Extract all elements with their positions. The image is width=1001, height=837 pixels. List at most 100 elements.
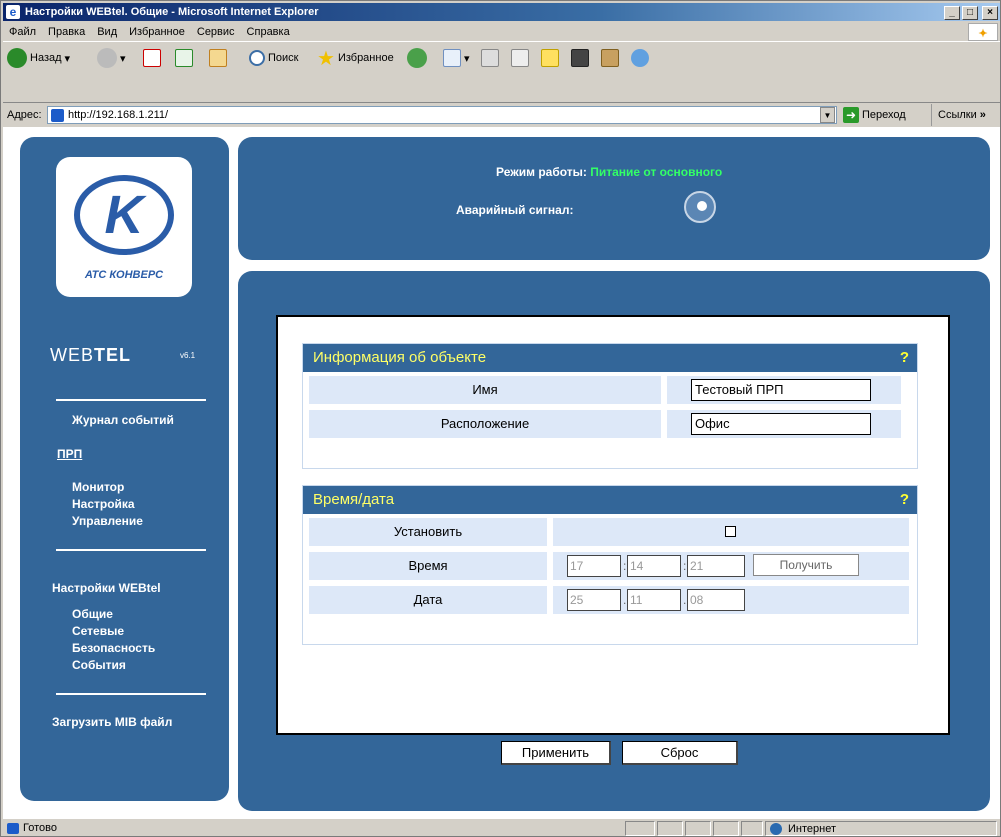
nav-load-mib[interactable]: Загрузить MIB файл <box>52 715 172 729</box>
messenger-button[interactable] <box>631 46 649 70</box>
settings-form: Информация об объекте? Имя Тестовый ПРП … <box>276 315 950 735</box>
maximize-button[interactable]: □ <box>962 6 978 20</box>
back-button[interactable]: Назад ▾ <box>7 46 70 70</box>
home-button[interactable] <box>209 46 227 70</box>
go-label: Переход <box>862 109 906 121</box>
help-icon[interactable]: ? <box>900 486 909 514</box>
edit-button[interactable] <box>511 46 529 70</box>
stop-button[interactable] <box>143 46 161 70</box>
search-button[interactable]: Поиск <box>249 46 298 70</box>
set-cell <box>553 518 909 546</box>
location-cell: Офис <box>667 410 901 438</box>
nav-general[interactable]: Общие <box>72 607 113 621</box>
menu-tools[interactable]: Сервис <box>191 22 241 42</box>
logo-k-icon: K <box>74 175 174 255</box>
chevron-right-icon: » <box>979 109 986 121</box>
search-label: Поиск <box>268 52 299 64</box>
notes-button[interactable] <box>541 46 559 70</box>
time-label: Время <box>309 552 547 580</box>
form-row: Имя Тестовый ПРП <box>303 376 917 406</box>
menu-help[interactable]: Справка <box>241 22 296 42</box>
refresh-button[interactable] <box>175 46 193 70</box>
status-segment <box>625 821 655 836</box>
day-input[interactable]: 25 <box>567 589 621 611</box>
links-button[interactable]: Ссылки » <box>931 104 986 126</box>
nav-events[interactable]: События <box>72 658 126 672</box>
name-input[interactable]: Тестовый ПРП <box>691 379 871 401</box>
name-label: Имя <box>309 376 661 404</box>
minimize-button[interactable]: _ <box>944 6 960 20</box>
zone-label: Интернет <box>788 823 836 835</box>
logo-text: АТС КОНВЕРС <box>84 269 164 281</box>
research-button[interactable] <box>601 46 619 70</box>
nav-security[interactable]: Безопасность <box>72 641 155 655</box>
dot: . <box>683 593 687 607</box>
menu-file[interactable]: Файл <box>3 22 42 42</box>
k-button[interactable] <box>571 46 589 70</box>
title-bar: e Настройки WEBtel. Общие - Microsoft In… <box>3 3 1000 21</box>
address-input[interactable]: http://192.168.1.211/ ▼ <box>47 106 837 124</box>
forward-button[interactable]: ▾ <box>97 46 126 70</box>
date-label: Дата <box>309 586 547 614</box>
menu-edit[interactable]: Правка <box>42 22 91 42</box>
go-button[interactable]: ➜ Переход <box>843 106 906 124</box>
print-button[interactable] <box>481 46 499 70</box>
status-segment <box>741 821 763 836</box>
apply-button[interactable]: Применить <box>501 741 611 765</box>
nav-monitor[interactable]: Монитор <box>72 480 124 494</box>
date-cell: 25 . 11 . 08 <box>553 586 909 614</box>
nav-settings[interactable]: Настройка <box>72 497 135 511</box>
status-segment <box>713 821 739 836</box>
address-dropdown-icon[interactable]: ▼ <box>820 107 835 123</box>
section-title: Время/дата? <box>303 486 917 514</box>
nav-control[interactable]: Управление <box>72 514 143 528</box>
object-info-title: Информация об объекте <box>313 349 487 366</box>
set-checkbox[interactable] <box>725 526 736 537</box>
menu-favorites[interactable]: Избранное <box>123 22 191 42</box>
month-input[interactable]: 11 <box>627 589 681 611</box>
nav-webtel-settings[interactable]: Настройки WEBtel <box>52 581 161 595</box>
location-label: Расположение <box>309 410 661 438</box>
nav-network[interactable]: Сетевые <box>72 624 124 638</box>
zone-segment: Интернет <box>765 821 997 836</box>
seconds-input[interactable]: 21 <box>687 555 745 577</box>
hours-input[interactable]: 17 <box>567 555 621 577</box>
star-icon: ★ <box>317 47 335 70</box>
status-bar: Готово Интернет <box>3 820 1000 837</box>
browser-window: e Настройки WEBtel. Общие - Microsoft In… <box>0 0 1001 837</box>
version-label: v6.1 <box>180 351 196 360</box>
colon: : <box>683 559 687 573</box>
company-logo: K АТС КОНВЕРС <box>56 157 192 297</box>
sidebar: K АТС КОНВЕРС WEBTEL v6.1 Журнал событий… <box>20 137 229 801</box>
favorites-button[interactable]: ★ Избранное <box>317 46 394 70</box>
stop-icon <box>143 49 161 67</box>
location-input[interactable]: Офис <box>691 413 871 435</box>
form-row: Установить <box>303 518 917 548</box>
mode-value: Питание от основного <box>590 165 723 179</box>
nav-prp[interactable]: ПРП <box>57 447 82 461</box>
brand-web: WEB <box>50 345 95 365</box>
section-title: Информация об объекте? <box>303 344 917 372</box>
reset-button[interactable]: Сброс <box>622 741 738 765</box>
toolbar: Назад ▾ ▾ Поиск ★ Избранное ▾ <box>3 43 1000 103</box>
help-icon[interactable]: ? <box>900 344 909 372</box>
divider <box>56 693 206 695</box>
main-panel: Информация об объекте? Имя Тестовый ПРП … <box>238 271 990 811</box>
edit-icon <box>511 49 529 67</box>
menu-view[interactable]: Вид <box>91 22 123 42</box>
back-label: Назад <box>30 52 62 64</box>
year-input[interactable]: 08 <box>687 589 745 611</box>
webtel-brand: WEBTEL <box>50 345 131 366</box>
address-bar: Адрес: http://192.168.1.211/ ▼ ➜ Переход … <box>3 104 1000 126</box>
windows-logo-icon: ✦ <box>968 23 998 41</box>
get-time-button[interactable]: Получить <box>753 554 859 576</box>
k-icon <box>571 49 589 67</box>
time-date-section: Время/дата? Установить Время 17 : 14 : 2… <box>302 485 918 645</box>
close-button[interactable]: × <box>982 6 998 20</box>
nav-journal[interactable]: Журнал событий <box>72 413 174 427</box>
mail-button[interactable]: ▾ <box>443 46 470 70</box>
time-cell: 17 : 14 : 21 Получить <box>553 552 909 580</box>
history-button[interactable] <box>407 46 427 70</box>
history-icon <box>407 48 427 68</box>
minutes-input[interactable]: 14 <box>627 555 681 577</box>
